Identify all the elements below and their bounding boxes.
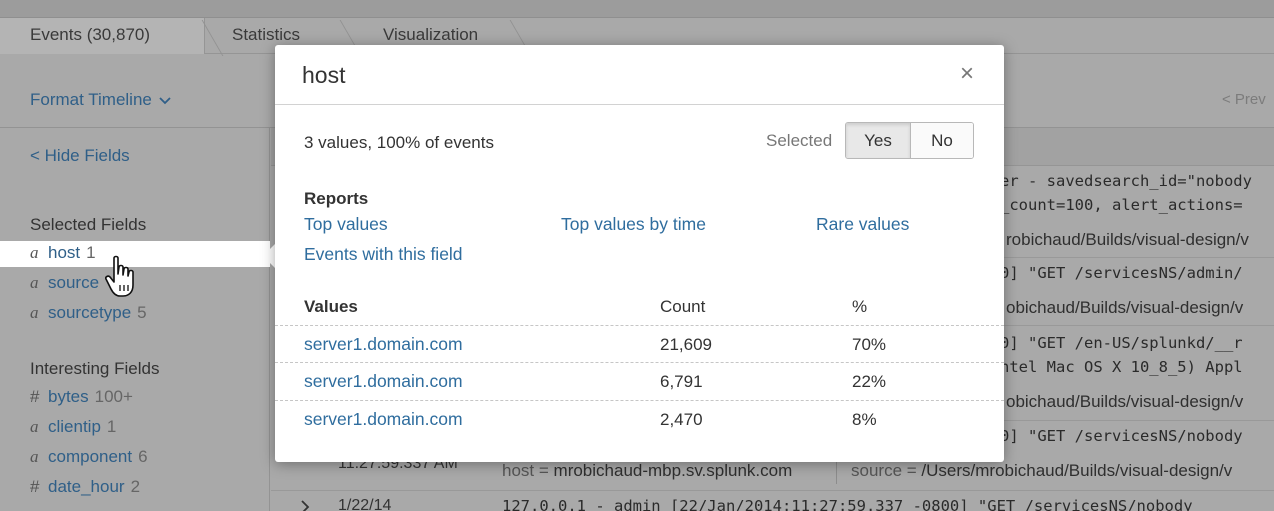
event-text: 0] "GET /en-US/splunkd/__r <box>1000 334 1243 352</box>
event-meta: obichaud/Builds/visual-design/v <box>1006 392 1244 411</box>
field-item-date-hour[interactable]: # date_hour 2 <box>30 475 140 499</box>
selected-no-button[interactable]: No <box>910 123 973 158</box>
chevron-down-icon <box>158 96 171 104</box>
field-item-source[interactable]: a source <box>30 271 105 295</box>
host-label: host = <box>502 461 549 480</box>
event-text: 0] "GET /servicesNS/admin/ <box>1000 264 1243 282</box>
value-count: 21,609 <box>660 335 712 354</box>
chevron-right-icon[interactable] <box>300 500 310 511</box>
field-type-icon: # <box>30 387 40 406</box>
event-meta-source: source = /Users/mrobichaud/Builds/visual… <box>851 461 1232 481</box>
events-with-field-link[interactable]: Events with this field <box>304 244 463 265</box>
source-label: source = <box>851 461 917 480</box>
event-text: er - savedsearch_id="nobody <box>1000 172 1252 190</box>
hand-cursor-icon <box>105 255 134 297</box>
field-type-icon: a <box>30 417 39 436</box>
field-item-sourcetype[interactable]: a sourcetype 5 <box>30 301 147 325</box>
field-name: date_hour <box>48 477 125 496</box>
value-percent: 22% <box>852 372 887 391</box>
values-column-header: Values <box>304 297 358 316</box>
field-type-icon: a <box>30 243 39 262</box>
field-type-icon: a <box>30 447 39 466</box>
selected-label: Selected <box>766 131 833 150</box>
tab-events[interactable]: Events (30,870) <box>0 18 205 54</box>
table-divider <box>275 362 1004 363</box>
field-count: 100+ <box>94 387 133 406</box>
field-summary-text: 3 values, 100% of events <box>304 133 494 152</box>
field-name: bytes <box>48 387 89 406</box>
value-percent: 70% <box>852 335 887 354</box>
source-value[interactable]: /Users/mrobichaud/Builds/visual-design/v <box>921 461 1232 480</box>
rare-values-link[interactable]: Rare values <box>816 214 909 235</box>
table-divider <box>275 325 1004 326</box>
event-text: 127.0.0.1 - admin [22/Jan/2014:11:27:59.… <box>502 497 1193 511</box>
field-name: host <box>48 243 81 262</box>
field-count: 6 <box>138 447 148 466</box>
field-name: component <box>48 447 133 466</box>
event-meta: obichaud/Builds/visual-design/v <box>1006 298 1244 317</box>
field-item-clientip[interactable]: a clientip 1 <box>30 415 116 439</box>
value-link[interactable]: server1.domain.com <box>304 409 463 430</box>
popover-title: host <box>302 62 346 88</box>
top-values-by-time-link[interactable]: Top values by time <box>561 214 706 235</box>
field-item-bytes[interactable]: # bytes 100+ <box>30 385 133 409</box>
host-value[interactable]: mrobichaud-mbp.sv.splunk.com <box>554 461 793 480</box>
reports-title: Reports <box>304 189 369 208</box>
popover-divider <box>275 104 1004 105</box>
top-strip <box>0 0 1274 18</box>
popover-caret <box>263 244 275 268</box>
event-divider <box>998 420 1274 421</box>
field-name: clientip <box>48 417 101 436</box>
event-text: ntel Mac OS X 10_8_5) Appl <box>1000 358 1243 376</box>
value-percent: 8% <box>852 410 877 429</box>
selected-yes-button[interactable]: Yes <box>846 123 911 158</box>
value-count: 2,470 <box>660 410 703 429</box>
value-link[interactable]: server1.domain.com <box>304 371 463 392</box>
selected-fields-title: Selected Fields <box>30 215 147 234</box>
event-text: _count=100, alert_actions= <box>1000 196 1243 214</box>
field-summary-popover: host × 3 values, 100% of events Selected… <box>275 45 1004 462</box>
field-count: 1 <box>86 243 96 262</box>
prev-page-link[interactable]: < Prev <box>1222 91 1266 108</box>
event-text: 0] "GET /servicesNS/nobody <box>1000 427 1243 445</box>
event-divider <box>271 490 1274 491</box>
value-count: 6,791 <box>660 372 703 391</box>
interesting-fields-title: Interesting Fields <box>30 359 160 378</box>
event-meta: robichaud/Builds/visual-design/v <box>1006 230 1249 249</box>
format-timeline-dropdown[interactable]: Format Timeline <box>30 90 171 110</box>
top-values-link[interactable]: Top values <box>304 214 388 235</box>
field-type-icon: a <box>30 303 39 322</box>
percent-column-header: % <box>852 297 868 316</box>
field-type-icon: a <box>30 273 39 292</box>
event-divider <box>998 325 1274 326</box>
value-link[interactable]: server1.domain.com <box>304 334 463 355</box>
field-name: sourcetype <box>48 303 132 322</box>
event-divider <box>998 257 1274 258</box>
field-name: source <box>48 273 100 292</box>
hide-fields-link[interactable]: < Hide Fields <box>30 146 130 166</box>
event-meta-host: host = mrobichaud-mbp.sv.splunk.com <box>502 461 792 481</box>
field-item-component[interactable]: a component 6 <box>30 445 148 469</box>
field-count: 5 <box>137 303 147 322</box>
field-item-host[interactable]: a host 1 <box>30 241 96 265</box>
event-date: 1/22/14 <box>338 497 392 511</box>
meta-separator <box>836 460 837 484</box>
close-icon[interactable]: × <box>956 61 978 87</box>
field-type-icon: # <box>30 477 40 496</box>
count-column-header: Count <box>660 297 706 316</box>
selected-toggle: Yes No <box>845 122 974 159</box>
table-divider <box>275 400 1004 401</box>
field-count: 2 <box>130 477 141 496</box>
field-count: 1 <box>106 417 117 436</box>
format-timeline-label: Format Timeline <box>30 90 152 109</box>
